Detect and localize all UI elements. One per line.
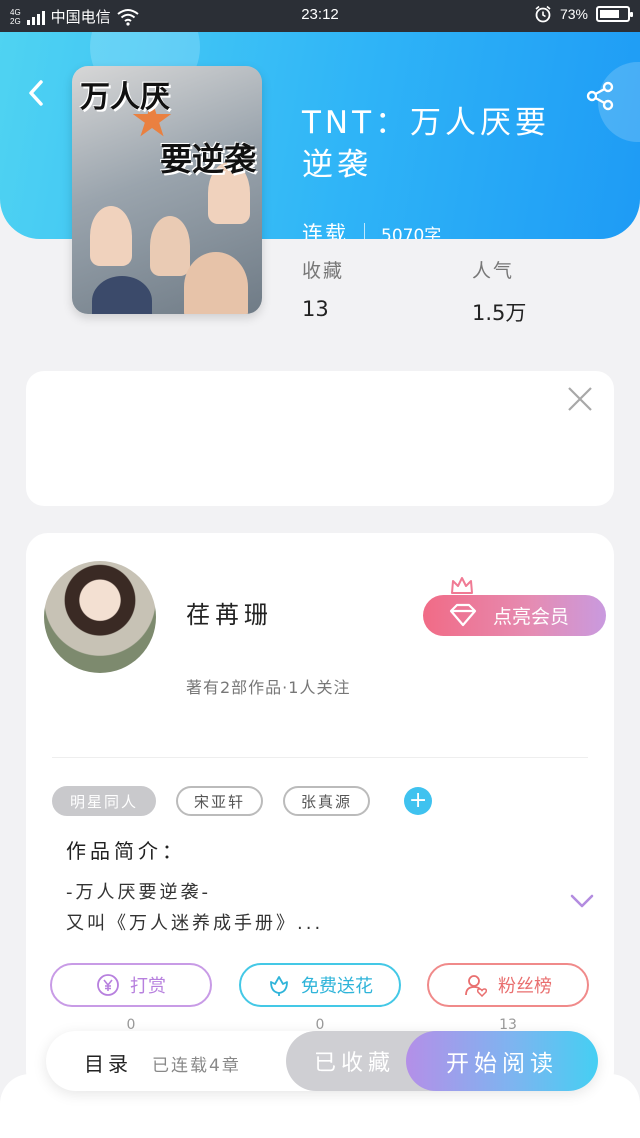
tag-item[interactable]: 张真源 xyxy=(283,786,371,816)
bottom-action-bar: 目录 已连载4章 已收藏 开始阅读 xyxy=(46,1031,598,1091)
vip-button[interactable]: 点亮会员 xyxy=(423,595,606,636)
author-info: 著有2部作品·1人关注 xyxy=(186,678,351,697)
cover-text-bottom: 要逆袭 xyxy=(159,140,256,178)
intro-text-line1: -万人厌要逆袭- xyxy=(66,882,211,903)
add-tag-button[interactable]: + xyxy=(404,787,433,815)
tag-list: 明星同人 宋亚轩 张真源 + xyxy=(52,786,433,816)
flower-icon xyxy=(270,976,288,996)
tag-category[interactable]: 明星同人 xyxy=(52,786,157,816)
book-title-line2: 逆袭 xyxy=(302,147,372,183)
author-card: 荏苒珊 点亮会员 著有2部作品·1人关注 明星同人 宋亚轩 张真源 + 作品简介… xyxy=(26,533,614,1093)
battery-percent: 73% xyxy=(559,6,588,22)
vip-button-label: 点亮会员 xyxy=(493,606,570,628)
battery-level xyxy=(600,10,619,18)
divider xyxy=(52,757,588,758)
yen-coin-icon xyxy=(97,974,119,996)
book-cover[interactable]: 万人厌 要逆袭 xyxy=(72,66,262,314)
book-meta: 连载 5070字 xyxy=(302,218,441,239)
ad-card xyxy=(26,371,614,506)
book-stats: 收藏 13 人气 1.5万 xyxy=(302,256,602,326)
fans-ranking-icon xyxy=(465,975,488,997)
chapter-count[interactable]: 已连载4章 xyxy=(152,1051,241,1076)
fans-ranking-label: 粉丝榜 xyxy=(498,976,552,997)
battery-icon xyxy=(596,6,633,22)
author-name[interactable]: 荏苒珊 xyxy=(186,595,273,630)
send-flower-button[interactable]: 免费送花 xyxy=(239,963,401,1007)
author-avatar[interactable] xyxy=(44,561,156,673)
meta-divider xyxy=(364,223,365,239)
diamond-icon xyxy=(449,603,477,627)
stat-collect: 收藏 13 xyxy=(302,256,344,321)
intro-title: 作品简介： xyxy=(66,839,186,863)
toc-button[interactable]: 目录 xyxy=(84,1048,132,1077)
tip-button[interactable]: 打赏 xyxy=(50,963,212,1007)
crown-icon xyxy=(451,577,473,594)
book-title: TNT：万人厌要 逆袭 xyxy=(302,102,602,186)
stat-collect-value: 13 xyxy=(302,297,329,321)
send-flower-label: 免费送花 xyxy=(301,976,373,997)
tag-item[interactable]: 宋亚轩 xyxy=(176,786,264,816)
cover-text-top: 万人厌 xyxy=(80,80,170,115)
stat-popularity-label: 人气 xyxy=(472,260,515,282)
word-count: 5070字 xyxy=(381,225,442,240)
back-icon[interactable] xyxy=(22,78,52,108)
chevron-down-icon[interactable] xyxy=(570,893,594,909)
serial-status: 连载 xyxy=(302,222,348,239)
start-reading-button[interactable]: 开始阅读 xyxy=(406,1031,598,1091)
tip-button-label: 打赏 xyxy=(130,976,166,997)
stat-popularity-value: 1.5万 xyxy=(472,301,527,325)
intro-text-line2: 又叫《万人迷养成手册》... xyxy=(66,913,324,934)
stat-popularity: 人气 1.5万 xyxy=(472,256,526,327)
fans-ranking-button[interactable]: 粉丝榜 xyxy=(427,963,589,1007)
status-bar: 4G 2G 中国电信 23:12 73% xyxy=(0,0,640,32)
alarm-icon xyxy=(535,5,551,23)
close-icon[interactable] xyxy=(566,385,594,413)
stat-collect-label: 收藏 xyxy=(302,260,345,282)
action-row: 打赏 免费送花 粉丝榜 xyxy=(50,963,590,1007)
book-title-line1: TNT：万人厌要 xyxy=(302,105,551,141)
